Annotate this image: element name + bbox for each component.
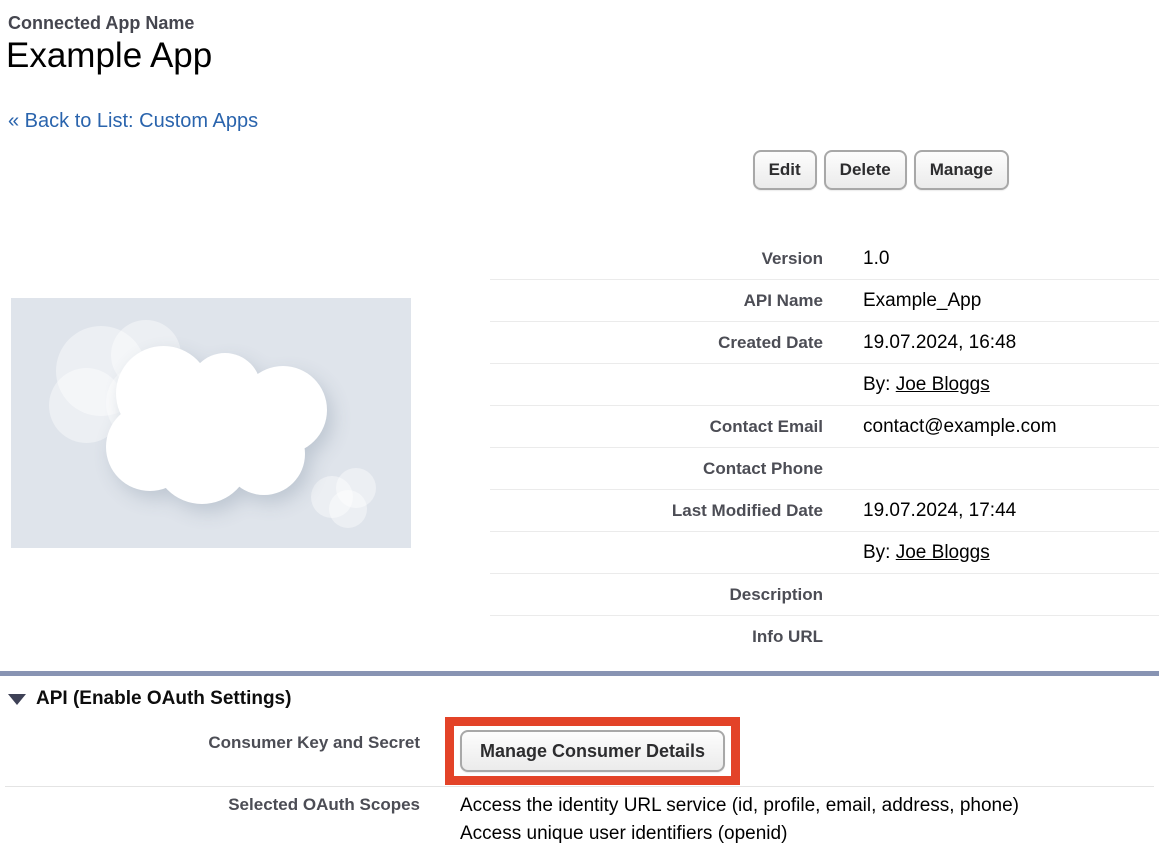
connected-app-name-label: Connected App Name <box>8 13 194 34</box>
field-label: Contact Email <box>490 417 823 437</box>
oauth-section-title: API (Enable OAuth Settings) <box>36 688 291 710</box>
field-value: 19.07.2024, 17:44 <box>863 500 1016 522</box>
page-title: Example App <box>6 36 212 76</box>
collapse-triangle-icon[interactable] <box>8 694 26 705</box>
connected-app-detail-page: Connected App Name Example App « Back to… <box>0 0 1159 848</box>
table-row-version: Version 1.0 <box>490 238 1159 280</box>
table-row-description: Description <box>490 574 1159 616</box>
app-logo-image <box>11 298 411 548</box>
table-row-created-date: Created Date 19.07.2024, 16:48 <box>490 322 1159 364</box>
field-value: By: Joe Bloggs <box>863 374 990 396</box>
table-row-contact-phone: Contact Phone <box>490 448 1159 490</box>
edit-button[interactable]: Edit <box>753 150 817 190</box>
field-value: 1.0 <box>863 248 889 270</box>
consumer-key-secret-label: Consumer Key and Secret <box>0 733 420 753</box>
selected-oauth-scopes-label: Selected OAuth Scopes <box>0 795 420 815</box>
table-row-created-by: By: Joe Bloggs <box>490 364 1159 406</box>
section-divider-bar <box>0 671 1159 676</box>
field-label: Description <box>490 585 823 605</box>
by-prefix: By: <box>863 374 896 395</box>
back-to-list-link[interactable]: « Back to List: Custom Apps <box>8 110 258 133</box>
modified-by-user-link[interactable]: Joe Bloggs <box>896 542 990 563</box>
table-row-api-name: API Name Example_App <box>490 280 1159 322</box>
action-toolbar: Edit Delete Manage <box>753 150 1009 190</box>
manage-button[interactable]: Manage <box>914 150 1009 190</box>
oauth-scope-item: Access the identity URL service (id, pro… <box>460 792 1019 820</box>
delete-button[interactable]: Delete <box>824 150 907 190</box>
field-label: Version <box>490 249 823 269</box>
field-value: 19.07.2024, 16:48 <box>863 332 1016 354</box>
field-label: Last Modified Date <box>490 501 823 521</box>
oauth-section-header: API (Enable OAuth Settings) <box>8 688 291 710</box>
cloud-icon <box>11 298 411 548</box>
table-row-contact-email: Contact Email contact@example.com <box>490 406 1159 448</box>
field-value: Example_App <box>863 290 981 312</box>
by-prefix: By: <box>863 542 896 563</box>
oauth-scopes-list: Access the identity URL service (id, pro… <box>460 792 1019 848</box>
field-label: Contact Phone <box>490 459 823 479</box>
field-label: Info URL <box>490 627 823 647</box>
field-value: By: Joe Bloggs <box>863 542 990 564</box>
app-detail-table: Version 1.0 API Name Example_App Created… <box>490 238 1159 657</box>
oauth-scope-item: Access unique user identifiers (openid) <box>460 820 1019 848</box>
created-by-user-link[interactable]: Joe Bloggs <box>896 374 990 395</box>
row-divider-line <box>5 786 1154 787</box>
manage-consumer-details-button[interactable]: Manage Consumer Details <box>460 730 725 772</box>
table-row-modified-by: By: Joe Bloggs <box>490 532 1159 574</box>
table-row-info-url: Info URL <box>490 616 1159 657</box>
highlight-annotation-box: Manage Consumer Details <box>445 717 740 785</box>
field-value: contact@example.com <box>863 416 1057 438</box>
table-row-last-modified-date: Last Modified Date 19.07.2024, 17:44 <box>490 490 1159 532</box>
field-label: Created Date <box>490 333 823 353</box>
field-label: API Name <box>490 291 823 311</box>
